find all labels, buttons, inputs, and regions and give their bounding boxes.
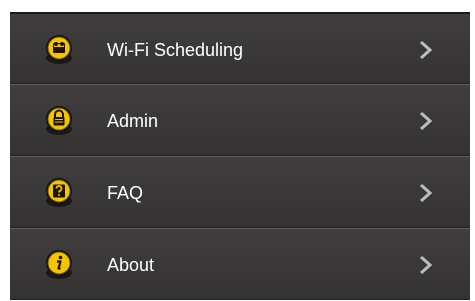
menu-item-about[interactable]: About [10,228,470,300]
menu-item-label: FAQ [107,183,144,203]
settings-menu: Wi-Fi Scheduling Admin FAQ About [10,12,470,300]
scheduler-icon [44,34,74,66]
menu-item-faq[interactable]: FAQ [10,156,470,228]
chevron-right-icon [419,255,433,275]
chevron-right-icon [419,111,433,131]
menu-item-wifi-scheduling[interactable]: Wi-Fi Scheduling [10,12,470,84]
info-icon [44,249,74,281]
question-icon [44,177,74,209]
menu-item-label: Wi-Fi Scheduling [107,40,244,60]
lock-icon [44,105,74,137]
menu-item-label: About [107,255,155,275]
menu-item-label: Admin [107,111,159,131]
chevron-right-icon [419,183,433,203]
menu-item-admin[interactable]: Admin [10,84,470,156]
chevron-right-icon [419,40,433,60]
